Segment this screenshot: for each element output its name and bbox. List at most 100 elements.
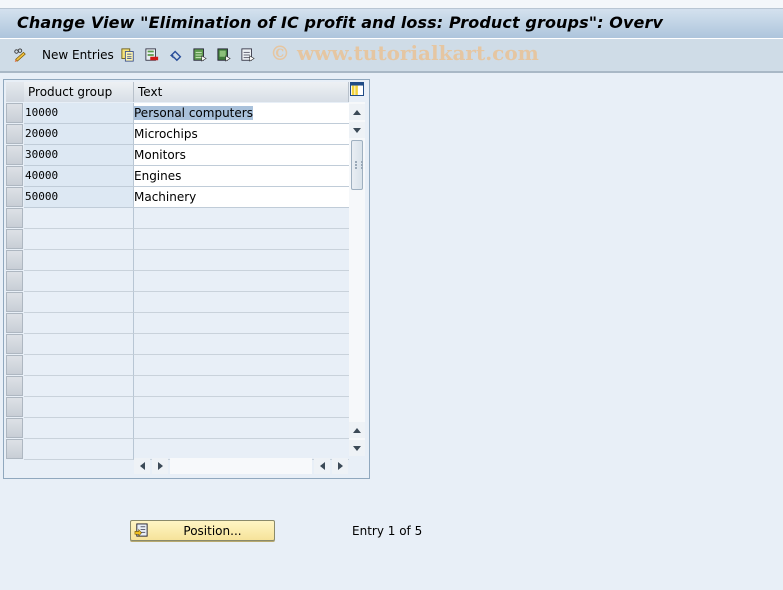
- empty-cell: [134, 250, 349, 271]
- scroll-thumb[interactable]: [351, 140, 363, 190]
- copy-as-button[interactable]: [121, 46, 135, 64]
- product-group-cell: 30000: [24, 145, 134, 166]
- text-cell[interactable]: Microchips: [134, 124, 349, 145]
- arrow-down-icon: [353, 127, 361, 133]
- text-value: Machinery: [134, 190, 197, 204]
- position-button[interactable]: Position...: [130, 520, 275, 541]
- row-selector[interactable]: [6, 355, 23, 375]
- select-block-icon: [217, 48, 231, 62]
- title-bar: Change View "Elimination of IC profit an…: [0, 9, 783, 39]
- undo-change-button[interactable]: [169, 46, 183, 64]
- text-cell[interactable]: Machinery: [134, 187, 349, 208]
- scroll-right-button[interactable]: [152, 458, 168, 474]
- row-selector[interactable]: [6, 376, 23, 396]
- scroll-left-button[interactable]: [134, 458, 150, 474]
- scroll-left-end-button[interactable]: [314, 458, 330, 474]
- row-selector[interactable]: [6, 124, 23, 144]
- text-value: Personal computers: [134, 106, 253, 120]
- horizontal-scroll-track[interactable]: [170, 458, 312, 474]
- delete-icon: [145, 48, 159, 61]
- product-group-cell: 20000: [24, 124, 134, 145]
- row-selector[interactable]: [6, 229, 23, 249]
- row-selector[interactable]: [6, 334, 23, 354]
- product-group-cell: 50000: [24, 187, 134, 208]
- arrow-left-icon: [319, 462, 325, 470]
- table-settings-button[interactable]: [350, 82, 364, 96]
- row-selector[interactable]: [6, 208, 23, 228]
- row-selector[interactable]: [6, 250, 23, 270]
- text-value: Microchips: [134, 127, 198, 141]
- new-entries-button[interactable]: New Entries: [42, 46, 114, 64]
- arrow-up-icon: [353, 427, 361, 433]
- copy-icon: [121, 48, 134, 62]
- arrow-down-icon: [353, 445, 361, 451]
- select-block-button[interactable]: [217, 46, 231, 64]
- table-control: Product group Text 10000 Personal compute…: [3, 79, 370, 479]
- row-selector[interactable]: [6, 439, 23, 459]
- deselect-all-button[interactable]: [241, 46, 255, 64]
- watermark: © www.tutorialkart.com: [270, 41, 539, 65]
- empty-cell: [24, 376, 134, 397]
- horizontal-scrollbar[interactable]: [134, 458, 350, 474]
- deselect-all-icon: [241, 48, 255, 62]
- select-all-button[interactable]: [193, 46, 207, 64]
- text-value: Engines: [134, 169, 182, 183]
- text-value: Monitors: [134, 148, 186, 162]
- empty-cell: [24, 397, 134, 418]
- arrow-up-icon: [353, 109, 361, 115]
- edit-glasses-icon: [14, 48, 26, 62]
- table-settings-icon: [351, 83, 363, 95]
- scroll-right-end-button[interactable]: [332, 458, 348, 474]
- top-strip: [0, 0, 783, 9]
- empty-cell: [24, 313, 134, 334]
- row-selector[interactable]: [6, 187, 23, 207]
- empty-cell: [24, 250, 134, 271]
- row-selector[interactable]: [6, 103, 23, 123]
- product-group-cell: 10000: [24, 103, 134, 124]
- empty-cell: [134, 271, 349, 292]
- row-selector[interactable]: [6, 397, 23, 417]
- select-all-rows-corner[interactable]: [6, 82, 25, 102]
- text-cell[interactable]: Engines: [134, 166, 349, 187]
- new-entries-label: New Entries: [42, 48, 114, 62]
- row-selector[interactable]: [6, 292, 23, 312]
- empty-cell: [134, 208, 349, 229]
- scroll-down-button[interactable]: [349, 122, 365, 138]
- scroll-up-button[interactable]: [349, 104, 365, 120]
- select-all-icon: [193, 48, 207, 62]
- delete-button[interactable]: [145, 46, 159, 64]
- arrow-left-icon: [139, 462, 145, 470]
- undo-icon: [169, 50, 182, 62]
- page-down-button[interactable]: [349, 440, 365, 456]
- empty-cell: [134, 418, 349, 439]
- empty-cell: [24, 208, 134, 229]
- application-toolbar: New Entries © www.tutorialkart.com: [0, 39, 783, 73]
- empty-cell: [24, 439, 134, 460]
- grip-icon: [355, 161, 363, 169]
- display-change-button[interactable]: [13, 46, 27, 64]
- vertical-scrollbar[interactable]: [349, 102, 365, 456]
- row-selector[interactable]: [6, 313, 23, 333]
- row-selector[interactable]: [6, 271, 23, 291]
- empty-cell: [134, 334, 349, 355]
- page-title: Change View "Elimination of IC profit an…: [17, 13, 664, 32]
- product-group-cell: 40000: [24, 166, 134, 187]
- row-selector[interactable]: [6, 418, 23, 438]
- empty-cell: [134, 313, 349, 334]
- empty-cell: [134, 397, 349, 418]
- entry-status: Entry 1 of 5: [352, 524, 423, 538]
- empty-cell: [24, 418, 134, 439]
- column-header-product-group[interactable]: Product group: [24, 82, 134, 102]
- arrow-right-icon: [157, 462, 163, 470]
- page-up-button[interactable]: [349, 422, 365, 438]
- empty-cell: [24, 355, 134, 376]
- column-header-text[interactable]: Text: [134, 82, 349, 102]
- empty-cell: [24, 334, 134, 355]
- empty-cell: [24, 271, 134, 292]
- empty-cell: [134, 376, 349, 397]
- empty-cell: [24, 229, 134, 250]
- row-selector[interactable]: [6, 166, 23, 186]
- row-selector[interactable]: [6, 145, 23, 165]
- text-cell[interactable]: Monitors: [134, 145, 349, 166]
- text-cell[interactable]: Personal computers: [134, 103, 349, 124]
